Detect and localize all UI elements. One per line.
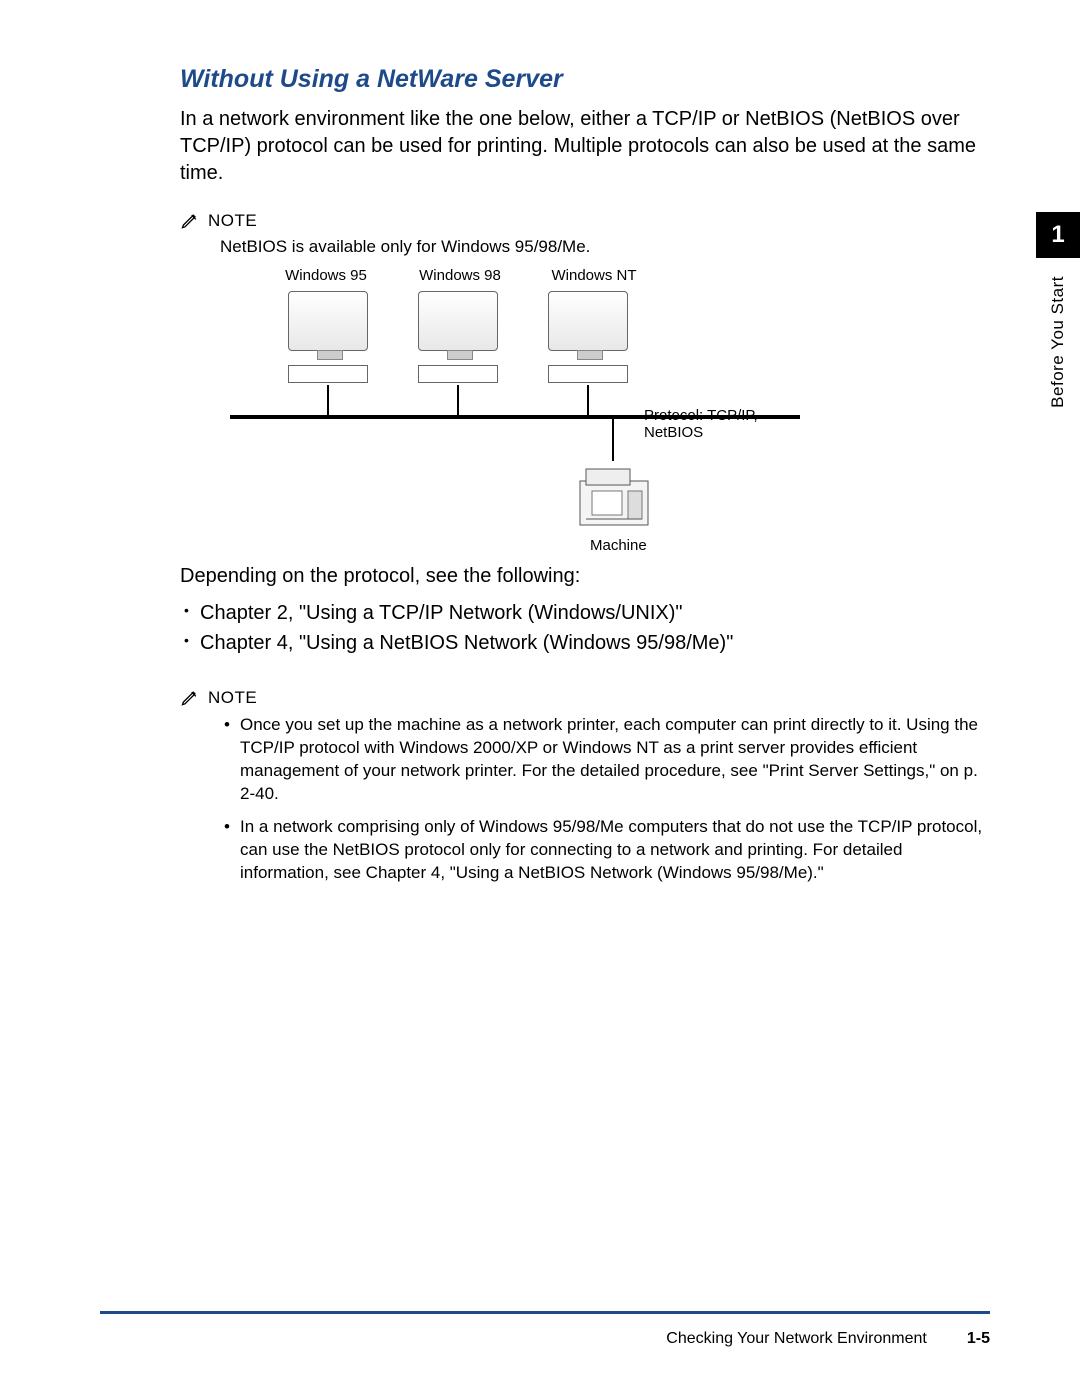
network-drop [457,385,459,415]
network-drop [327,385,329,415]
pencil-icon [180,688,200,708]
pencil-icon [180,211,200,231]
list-item: In a network comprising only of Windows … [224,816,990,885]
section-heading: Without Using a NetWare Server [180,65,990,94]
note-header-2: NOTE [180,688,990,708]
note-bullet-list: Once you set up the machine as a network… [224,714,990,885]
list-item: Once you set up the machine as a network… [224,714,990,806]
monitor-icon [418,291,498,351]
computer-base-icon [418,365,498,383]
footer-section-title: Checking Your Network Environment [666,1330,927,1348]
note-label: NOTE [208,211,257,231]
note-text-1: NetBIOS is available only for Windows 95… [220,237,990,257]
os-label: Windows NT [548,267,640,284]
monitor-icon [288,291,368,351]
page-number: 1-5 [967,1330,990,1348]
chapter-title-vertical: Before You Start [1048,276,1068,408]
monitor-icon [548,291,628,351]
note-header-1: NOTE [180,211,990,231]
intro-paragraph: In a network environment like the one be… [180,106,990,187]
chapter-side-tab: 1 Before You Start [1036,212,1080,408]
os-label: Windows 95 [280,267,372,284]
protocol-label: Protocol: TCP/IP, NetBIOS [644,407,780,441]
list-item: Chapter 2, "Using a TCP/IP Network (Wind… [184,598,990,628]
network-drop [612,419,614,461]
network-drop [587,385,589,415]
computer-base-icon [288,365,368,383]
printer-icon [574,461,654,531]
chapter-number-badge: 1 [1036,212,1080,258]
list-item: Chapter 4, "Using a NetBIOS Network (Win… [184,628,990,658]
note-label: NOTE [208,688,257,708]
computer-base-icon [548,365,628,383]
machine-label: Machine [590,537,647,554]
page-footer: Checking Your Network Environment 1-5 [666,1330,990,1348]
network-diagram: Windows 95 Windows 98 Windows NT Protoco… [220,267,780,547]
depending-text: Depending on the protocol, see the follo… [180,563,990,590]
os-label: Windows 98 [414,267,506,284]
chapter-reference-list: Chapter 2, "Using a TCP/IP Network (Wind… [184,598,990,658]
footer-divider [100,1311,990,1314]
